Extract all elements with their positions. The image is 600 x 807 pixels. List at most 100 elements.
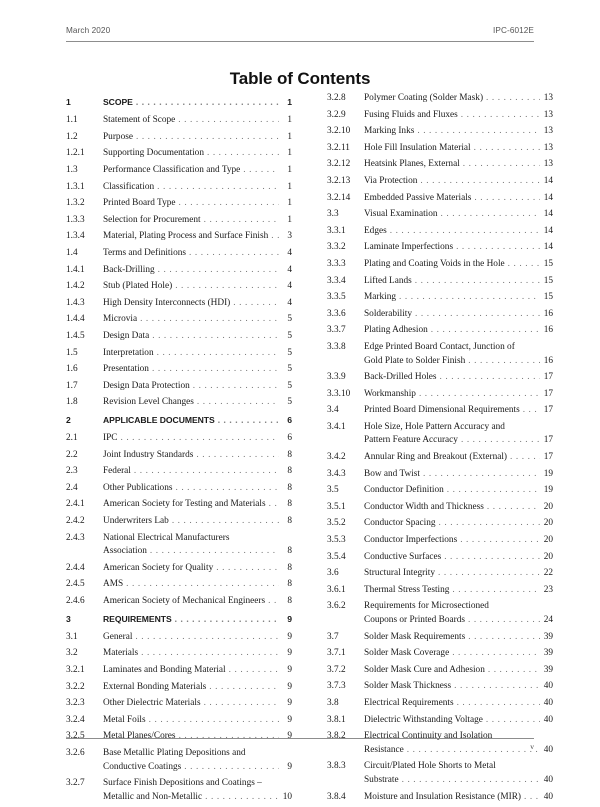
toc-entry[interactable]: 3.3.4 Lifted Lands 15 [327,275,553,289]
toc-entry[interactable]: 3.8 Electrical Requirements 40 [327,697,553,711]
toc-entry-number: 3.1 [66,631,78,642]
toc-entry[interactable]: 3.5.3 Conductor Imperfections 20 [327,534,553,548]
toc-entry-number: 3.3.7 [327,325,346,336]
toc-entry[interactable]: 2.4 Other Publications 8 [66,482,292,496]
toc-entry-line: Visual Examination 14 [364,208,553,222]
toc-entry[interactable]: 2.4.1 American Society for Testing and Ma… [66,498,292,512]
toc-entry[interactable]: 3.4 Printed Board Dimensional Requirement… [327,404,553,418]
toc-entry[interactable]: 1.4.2 Stub (Plated Hole) 4 [66,280,292,294]
toc-entry[interactable]: 1.8 Revision Level Changes 5 [66,396,292,410]
toc-entry[interactable]: 2.4.5 AMS 8 [66,578,292,592]
toc-entry[interactable]: 3.2.6 Base Metallic Plating Depositions a… [66,747,292,774]
toc-entry[interactable]: 1.4.3 High Density Interconnects (HDI) 4 [66,297,292,311]
toc-entry[interactable]: 1.3 Performance Classification and Type 1 [66,164,292,178]
toc-entry-body: Fusing Fluids and Fluxes 13 [364,109,553,123]
toc-entry[interactable]: 2.1 IPC 6 [66,432,292,446]
toc-entry[interactable]: 1.1 Statement of Scope 1 [66,114,292,128]
toc-entry[interactable]: 1.7 Design Data Protection 5 [66,380,292,394]
toc-dot-leader [136,97,279,111]
toc-entry[interactable]: 3.4.3 Bow and Twist 19 [327,468,553,482]
toc-entry[interactable]: 3.4.2 Annular Ring and Breakout (External… [327,451,553,465]
toc-entry[interactable]: 1.4.5 Design Data 5 [66,330,292,344]
toc-entry[interactable]: 3.8.1 Dielectric Withstanding Voltage 40 [327,714,553,728]
toc-entry[interactable]: 1.2.1 Supporting Documentation 1 [66,147,292,161]
toc-entry-body: Solder Mask Requirements 39 [364,631,553,645]
toc-entry[interactable]: 3.2.13 Via Protection 14 [327,175,553,189]
toc-entry[interactable]: 3.8.3 Circuit/Plated Hole Shorts to Metal… [327,760,553,787]
toc-dot-leader [420,175,540,189]
toc-entry-line: Purpose 1 [103,131,292,145]
toc-entry[interactable]: 3.2.9 Fusing Fluids and Fluxes 13 [327,109,553,123]
toc-entry[interactable]: 2.4.2 Underwriters Lab 8 [66,515,292,529]
toc-entry[interactable]: 3.1 General 9 [66,631,292,645]
toc-entry[interactable]: 3.6.2 Requirements for Microsectioned Coup… [327,600,553,627]
toc-entry[interactable]: 3 REQUIREMENTS 9 [66,613,292,628]
toc-entry[interactable]: 3.4.1 Hole Size, Hole Pattern Accuracy an… [327,421,553,448]
toc-entry[interactable]: 2.4.4 American Society for Quality 8 [66,562,292,576]
toc-entry[interactable]: 1.5 Interpretation 5 [66,347,292,361]
toc-entry[interactable]: 3.2.12 Heatsink Planes, External 13 [327,158,553,172]
toc-entry[interactable]: 3.2.4 Metal Foils 9 [66,714,292,728]
toc-entry-page: 16 [543,325,553,336]
toc-entry[interactable]: 3.2.8 Polymer Coating (Solder Mask) 13 [327,92,553,106]
toc-entry[interactable]: 3.3.7 Plating Adhesion 16 [327,324,553,338]
toc-entry[interactable]: 3.3 Visual Examination 14 [327,208,553,222]
toc-entry-number: 2.4 [66,482,78,493]
toc-entry[interactable]: 1.4 Terms and Definitions 4 [66,247,292,261]
toc-entry[interactable]: 1.3.3 Selection for Procurement 1 [66,214,292,228]
toc-entry[interactable]: 3.2.10 Marking Inks 13 [327,125,553,139]
toc-entry[interactable]: 3.3.10 Workmanship 17 [327,388,553,402]
toc-entry[interactable]: 3.6 Structural Integrity 22 [327,567,553,581]
toc-entry[interactable]: 1.3.2 Printed Board Type 1 [66,197,292,211]
toc-entry[interactable]: 1.4.4 Microvia 5 [66,313,292,327]
toc-entry[interactable]: 3.6.1 Thermal Stress Testing 23 [327,584,553,598]
toc-entry[interactable]: 3.2.14 Embedded Passive Materials 14 [327,192,553,206]
toc-entry[interactable]: 3.7.3 Solder Mask Thickness 40 [327,680,553,694]
toc-entry-body: High Density Interconnects (HDI) 4 [103,297,292,311]
toc-entry[interactable]: 1.2 Purpose 1 [66,131,292,145]
toc-entry[interactable]: 3.2.2 External Bonding Materials 9 [66,681,292,695]
toc-entry-title: Surface Finish Depositions and Coatings … [103,778,262,789]
toc-entry[interactable]: 3.2.3 Other Dielectric Materials 9 [66,697,292,711]
toc-entry[interactable]: 3.3.5 Marking 15 [327,291,553,305]
toc-entry[interactable]: 3.3.9 Back-Drilled Holes 17 [327,371,553,385]
toc-entry[interactable]: 3.2 Materials 9 [66,647,292,661]
toc-entry[interactable]: 1.3.4 Material, Plating Process and Surfa… [66,230,292,244]
toc-entry[interactable]: 1.4.1 Back-Drilling 4 [66,264,292,278]
toc-entry[interactable]: 3.5.4 Conductive Surfaces 20 [327,551,553,565]
toc-entry[interactable]: 3.2.11 Hole Fill Insulation Material 13 [327,142,553,156]
toc-entry[interactable]: 3.2.1 Laminates and Bonding Material 9 [66,664,292,678]
toc-entry[interactable]: 3.8.4 Moisture and Insulation Resistance … [327,791,553,805]
toc-entry[interactable]: 3.5.2 Conductor Spacing 20 [327,517,553,531]
toc-entry-number: 3.2.14 [327,192,351,203]
toc-entry[interactable]: 3.3.8 Edge Printed Board Contact, Junctio… [327,341,553,368]
toc-dot-leader [157,347,279,361]
toc-entry[interactable]: 3.7.1 Solder Mask Coverage 39 [327,647,553,661]
toc-entry[interactable]: 2 APPLICABLE DOCUMENTS 6 [66,414,292,429]
toc-entry-number: 1.8 [66,397,78,408]
toc-entry-number: 3.2.10 [327,126,351,137]
toc-entry-number: 3.2.4 [66,714,85,725]
toc-entry[interactable]: 3.5 Conductor Definition 19 [327,484,553,498]
toc-entry[interactable]: 3.3.1 Edges 14 [327,225,553,239]
toc-entry[interactable]: 2.2 Joint Industry Standards 8 [66,449,292,463]
toc-entry[interactable]: 2.3 Federal 8 [66,465,292,479]
toc-entry[interactable]: 1 SCOPE 1 [66,96,292,111]
toc-entry-line: Conductor Definition 19 [364,484,553,498]
toc-entry[interactable]: 1.3.1 Classification 1 [66,181,292,195]
toc-entry[interactable]: 3.3.2 Laminate Imperfections 14 [327,241,553,255]
toc-entry[interactable]: 3.5.1 Conductor Width and Thickness 20 [327,501,553,515]
toc-entry[interactable]: 3.7.2 Solder Mask Cure and Adhesion 39 [327,664,553,678]
toc-entry[interactable]: 3.8.2 Electrical Continuity and Isolation… [327,730,553,757]
toc-entry[interactable]: 2.4.3 National Electrical Manufacturers As… [66,532,292,559]
toc-entry[interactable]: 2.4.6 American Society of Mechanical Engi… [66,595,292,609]
toc-entry[interactable]: 3.7 Solder Mask Requirements 39 [327,631,553,645]
toc-entry[interactable]: 1.6 Presentation 5 [66,363,292,377]
toc-entry-line: American Society for Testing and Materia… [103,498,292,512]
toc-entry[interactable]: 3.3.3 Plating and Coating Voids in the Ho… [327,258,553,272]
toc-entry-line: Structural Integrity 22 [364,567,553,581]
toc-entry-body: Other Publications 8 [103,482,292,496]
toc-entry[interactable]: 3.2.7 Surface Finish Depositions and Coat… [66,777,292,804]
toc-entry-body: Dielectric Withstanding Voltage 40 [364,714,553,728]
toc-entry[interactable]: 3.3.6 Solderability 16 [327,308,553,322]
